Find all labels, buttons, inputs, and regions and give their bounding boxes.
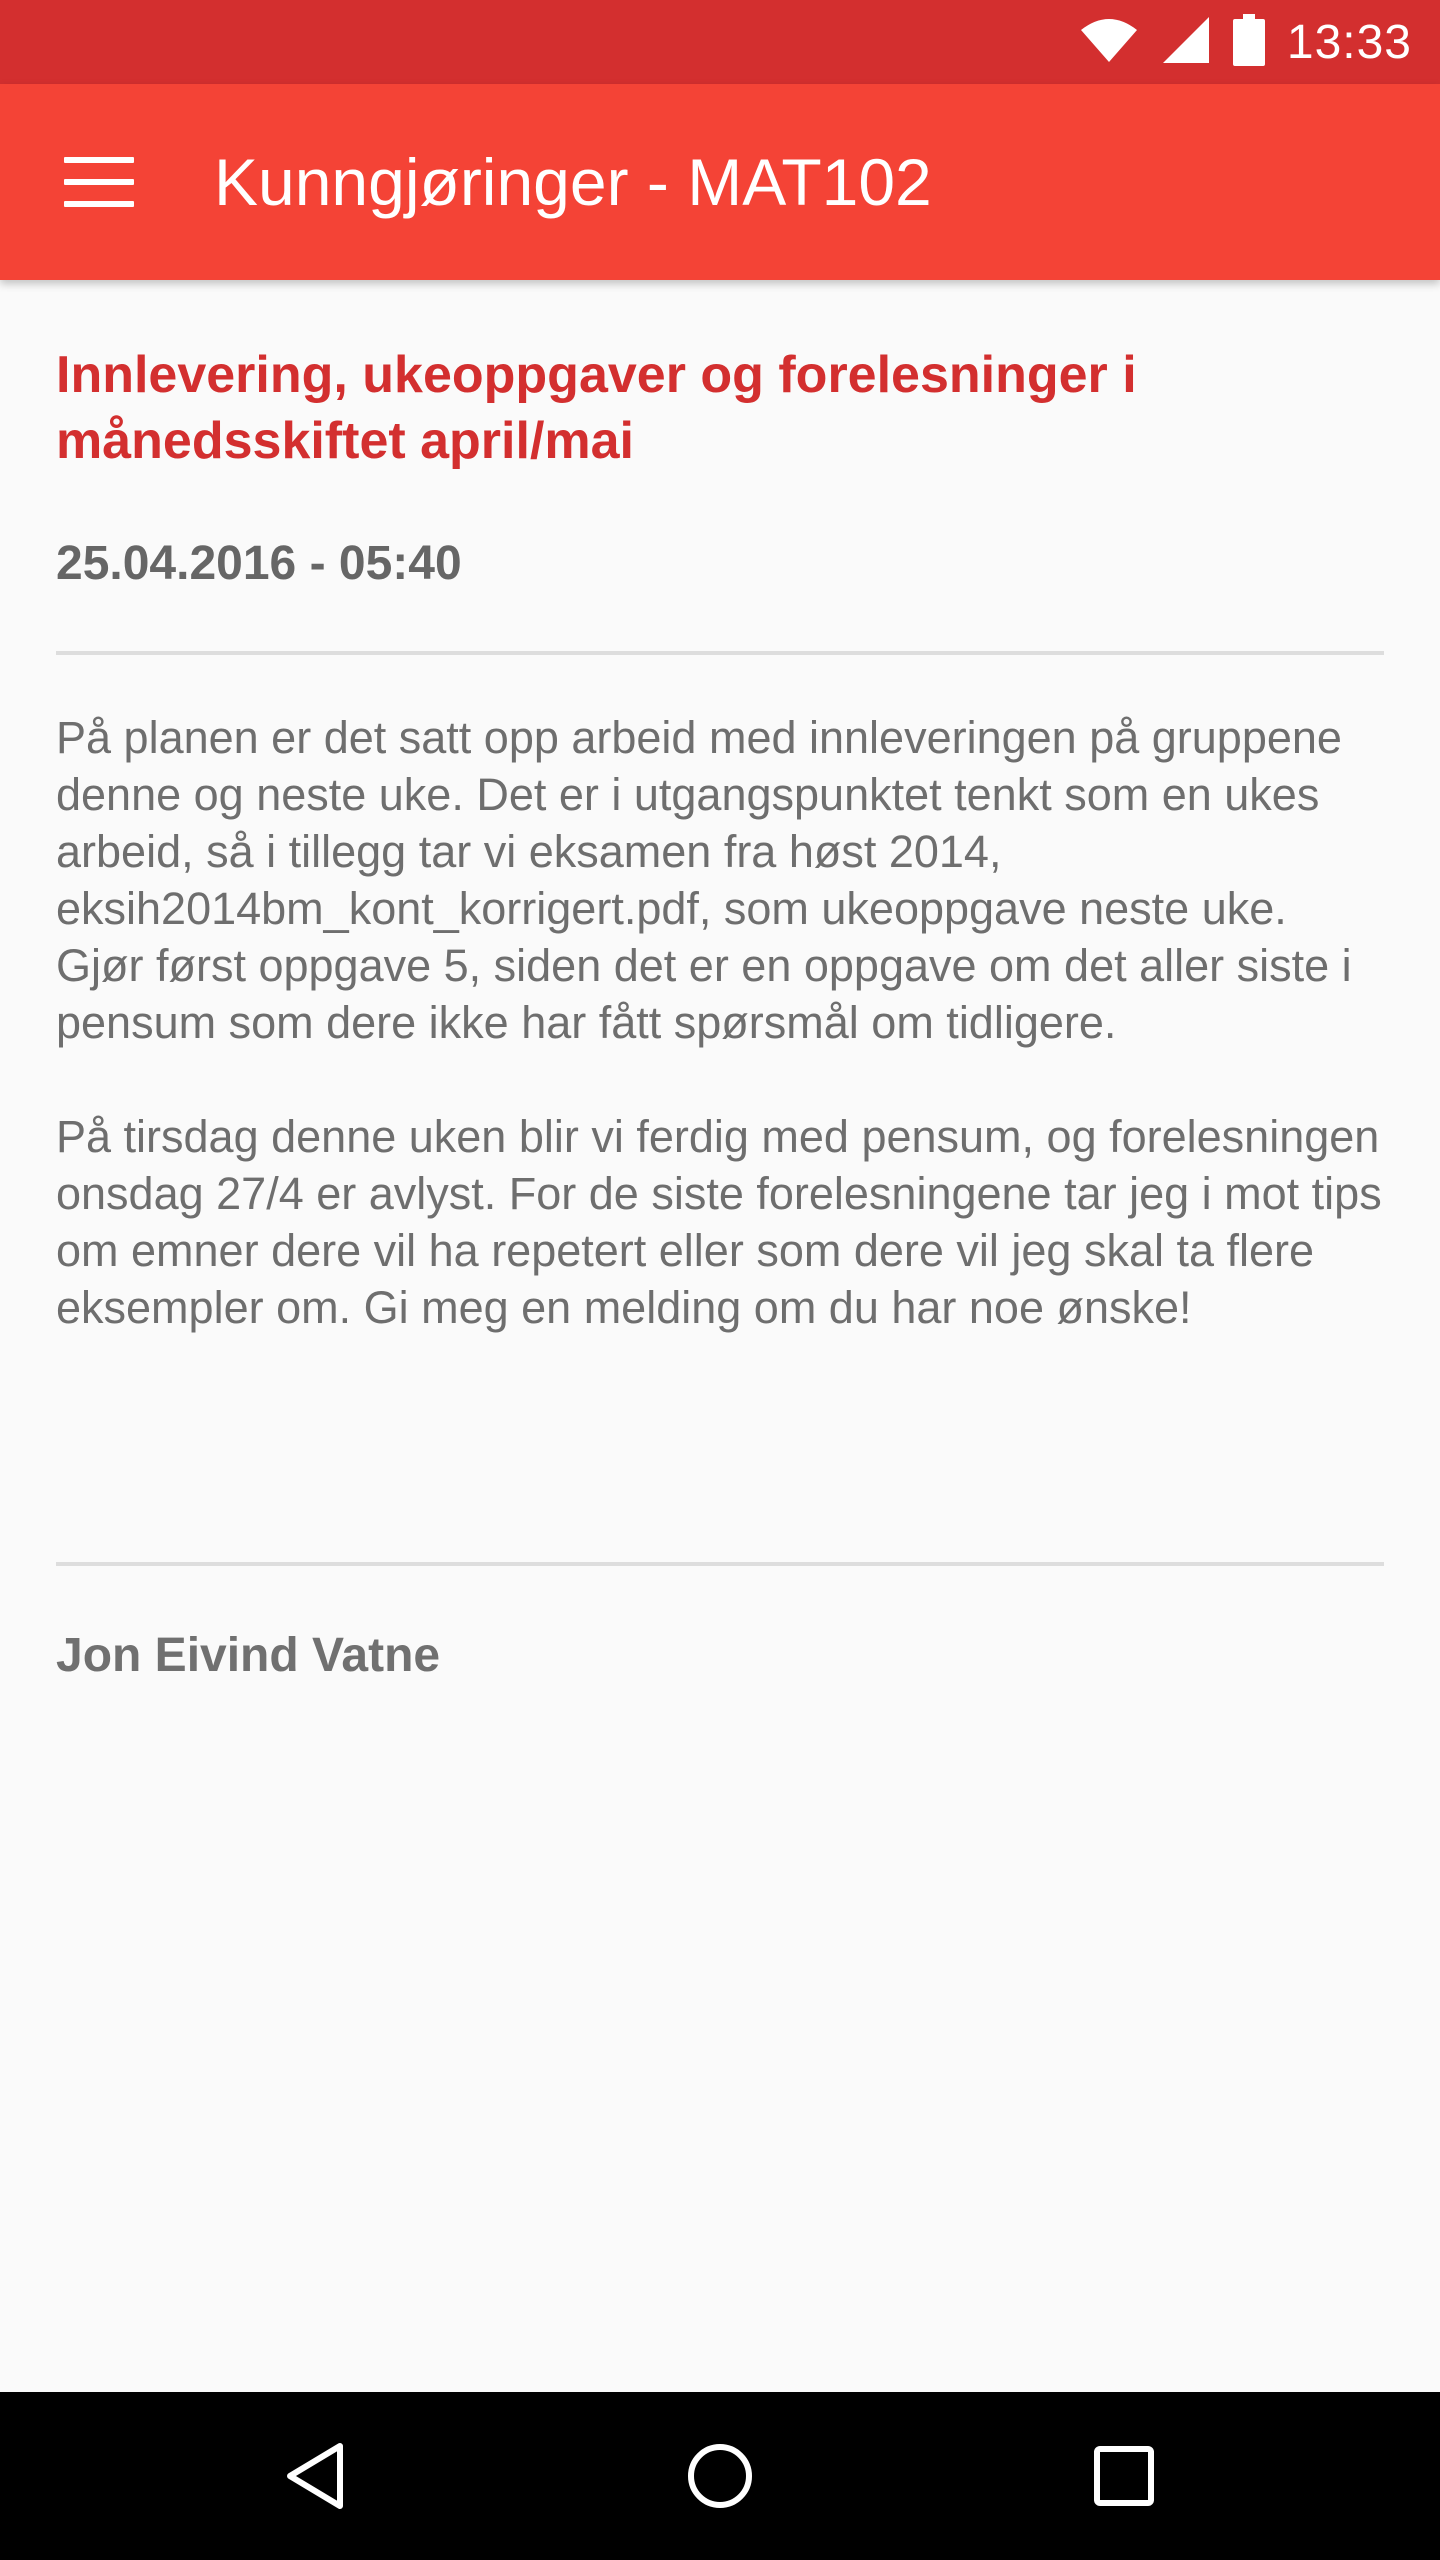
announcement-body: På planen er det satt opp arbeid med inn…	[56, 709, 1384, 1336]
wifi-icon	[1079, 16, 1139, 69]
cell-signal-icon	[1161, 15, 1211, 70]
announcement-paragraph: På tirsdag denne uken blir vi ferdig med…	[56, 1111, 1382, 1333]
app-title: Kunngjøringer - MAT102	[214, 145, 932, 219]
status-bar: 13:33	[0, 0, 1440, 84]
home-icon[interactable]	[670, 2426, 770, 2526]
announcement-paragraph: På planen er det satt opp arbeid med inn…	[56, 712, 1352, 1048]
announcement-content: Innlevering, ukeoppgaver og forelesninge…	[56, 280, 1384, 1683]
navigation-bar	[0, 2392, 1440, 2560]
status-time: 13:33	[1286, 15, 1412, 69]
announcement-title: Innlevering, ukeoppgaver og forelesninge…	[56, 346, 1137, 470]
announcement-author: Jon Eivind Vatne	[56, 1629, 441, 1682]
announcement-date: 25.04.2016 - 05:40	[56, 537, 462, 590]
divider	[56, 651, 1384, 655]
battery-icon	[1232, 13, 1265, 71]
recents-icon[interactable]	[1074, 2426, 1174, 2526]
divider	[56, 1562, 1384, 1566]
app-bar: Kunngjøringer - MAT102	[0, 84, 1440, 280]
hamburger-menu-icon[interactable]	[64, 157, 134, 207]
back-icon[interactable]	[266, 2426, 366, 2526]
status-icons: 13:33	[1079, 0, 1412, 84]
